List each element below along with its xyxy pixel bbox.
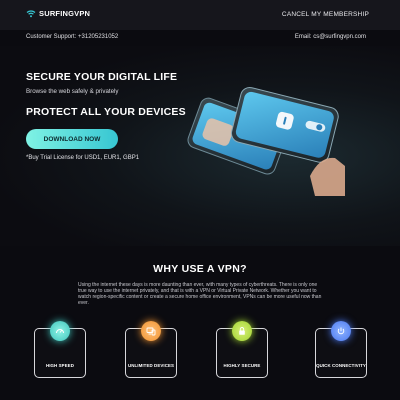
contact-bar: Customer Support: +31205231052 Email: cs… [0, 30, 400, 46]
support-phone: Customer Support: +31205231052 [26, 34, 119, 40]
feature-label: UNLIMITED DEVICES [127, 363, 175, 368]
why-vpn-paragraph: Using the internet these days is more da… [78, 282, 322, 306]
feature-label: HIGHLY SECURE [223, 363, 261, 368]
phones-illustration [170, 86, 345, 196]
brand-logo[interactable]: SURFINGVPN [26, 9, 90, 18]
wifi-logo-icon [26, 9, 36, 18]
feature-label: QUICK CONNECTIVITY [316, 363, 366, 368]
download-now-button[interactable]: DOWNLOAD NOW [26, 129, 118, 149]
trial-price-note: *Buy Trial License for USD1, EUR1, GBP1 [26, 155, 140, 161]
hero-headline-secondary: PROTECT ALL YOUR DEVICES [26, 106, 186, 118]
hero-headline: SECURE YOUR DIGITAL LIFE [26, 71, 178, 83]
feature-card-high-speed: HIGH SPEED [34, 321, 86, 378]
brand-name: SURFINGVPN [39, 9, 91, 18]
cancel-membership-link[interactable]: CANCEL MY MEMBERSHIP [282, 11, 369, 18]
connect-icon [331, 321, 351, 341]
feature-card-quick-connectivity: QUICK CONNECTIVITY [315, 321, 367, 378]
feature-card-highly-secure: HIGHLY SECURE [216, 321, 268, 378]
why-vpn-title: WHY USE A VPN? [153, 263, 247, 275]
hero-subheadline: Browse the web safely & privately [26, 88, 119, 95]
lock-icon [232, 321, 252, 341]
support-email[interactable]: Email: cs@surfingvpn.com [295, 34, 366, 40]
speedometer-icon [50, 321, 70, 341]
devices-icon [141, 321, 161, 341]
feature-card-unlimited-devices: UNLIMITED DEVICES [125, 321, 177, 378]
feature-label: HIGH SPEED [45, 363, 75, 368]
top-bar: SURFINGVPN CANCEL MY MEMBERSHIP [0, 0, 400, 30]
